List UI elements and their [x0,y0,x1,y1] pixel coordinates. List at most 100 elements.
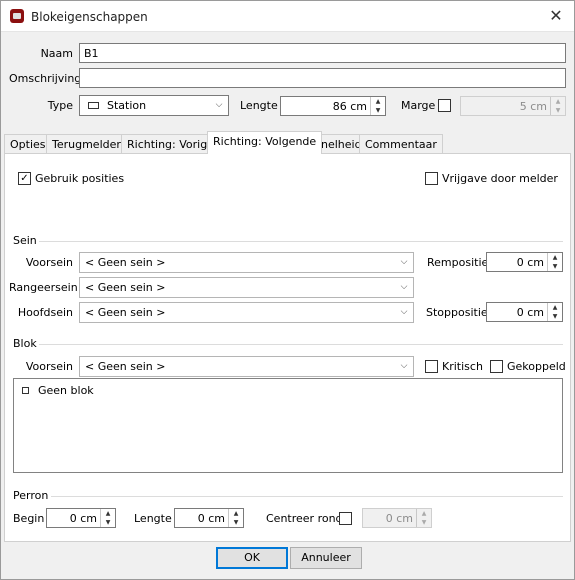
spin-arrows[interactable]: ▲ ▼ [547,303,562,321]
spin-up-icon[interactable]: ▲ [371,97,385,106]
marge-stepper[interactable]: 5 cm ▲ ▼ [460,96,566,116]
spin-up-icon[interactable]: ▲ [101,509,115,518]
marge-label: Marge [401,99,436,112]
chevron-down-icon: ⌵ [400,361,408,371]
blok-group-label: Blok [13,337,37,350]
spin-arrows[interactable]: ▲ ▼ [100,509,115,527]
kritisch-checkbox[interactable] [425,360,438,373]
type-select-value: Station [107,99,147,112]
hoofdsein-value: < Geen sein > [85,306,166,319]
list-item[interactable]: Geen blok [22,384,94,397]
rangeersein-label: Rangeersein [9,281,78,294]
annuleer-button[interactable]: Annuleer [290,547,362,569]
chevron-down-icon: ⌵ [400,307,408,317]
perron-group-divider [51,496,563,497]
tab-richting-volgende[interactable]: Richting: Volgende [207,131,323,154]
spin-up-icon[interactable]: ▲ [229,509,243,518]
blok-voorsein-label: Voorsein [25,360,73,373]
spin-down-icon[interactable]: ▼ [371,106,385,115]
rempositie-stepper[interactable]: 0 cm ▲ ▼ [486,252,563,272]
gekoppeld-label: Gekoppeld [507,360,566,373]
gebruik-posities-checkbox[interactable]: ✓ [18,172,31,185]
type-label: Type [47,99,73,112]
blok-voorsein-value: < Geen sein > [85,360,166,373]
marge-checkbox[interactable] [438,99,451,112]
title-bar: Blokeigenschappen ✕ [1,1,574,32]
spin-arrows[interactable]: ▲ ▼ [550,97,565,115]
vrijgave-label: Vrijgave door melder [442,172,558,185]
perron-group-label: Perron [13,489,49,502]
vrijgave-checkbox[interactable] [425,172,438,185]
stoppositie-stepper[interactable]: 0 cm ▲ ▼ [486,302,563,322]
perron-begin-value: 0 cm [69,512,97,525]
spin-down-icon[interactable]: ▼ [229,518,243,527]
window-title: Blokeigenschappen [31,10,148,24]
perron-lengte-value: 0 cm [197,512,225,525]
spin-down-icon[interactable]: ▼ [417,518,431,527]
spin-up-icon[interactable]: ▲ [548,253,562,262]
naam-input[interactable]: B1 [79,43,566,63]
rangeersein-select[interactable]: < Geen sein > ⌵ [79,277,414,298]
type-select[interactable]: Station ⌵ [79,95,229,116]
hoofdsein-label: Hoofdsein [17,306,73,319]
sein-group-label: Sein [13,234,37,247]
perron-begin-stepper[interactable]: 0 cm ▲ ▼ [46,508,116,528]
omschrijving-label: Omschrijving [9,72,82,85]
hoofdsein-select[interactable]: < Geen sein > ⌵ [79,302,414,323]
marge-value: 5 cm [519,100,547,113]
dialog-window: Blokeigenschappen ✕ Naam B1 Omschrijving… [0,0,575,580]
perron-lengte-stepper[interactable]: 0 cm ▲ ▼ [174,508,244,528]
blok-listbox[interactable]: Geen blok [13,378,563,473]
spin-up-icon[interactable]: ▲ [551,97,565,106]
spin-up-icon[interactable]: ▲ [548,303,562,312]
kritisch-label: Kritisch [442,360,483,373]
app-icon [10,9,24,23]
spin-down-icon[interactable]: ▼ [101,518,115,527]
ok-button[interactable]: OK [216,547,288,569]
block-icon [22,387,29,394]
gekoppeld-checkbox[interactable] [490,360,503,373]
blok-group-divider [39,344,563,345]
list-item-label: Geen blok [38,384,94,397]
sein-voorsein-value: < Geen sein > [85,256,166,269]
tab-terugmelders[interactable]: Terugmelders [46,134,133,154]
tab-richting-vorige[interactable]: Richting: Vorige [121,134,220,154]
tab-panel [4,153,571,542]
spin-down-icon[interactable]: ▼ [548,312,562,321]
perron-lengte-label: Lengte [134,512,172,525]
sein-voorsein-label: Voorsein [25,256,73,269]
gebruik-posities-label: Gebruik posities [35,172,125,185]
spin-up-icon[interactable]: ▲ [417,509,431,518]
perron-begin-label: Begin [13,512,45,525]
rempositie-value: 0 cm [516,256,544,269]
tab-opties[interactable]: Opties [4,134,52,154]
chevron-down-icon: ⌵ [215,100,223,110]
centreer-label: Centreer rond [266,512,343,525]
sein-group-divider [39,241,563,242]
spin-arrows[interactable]: ▲ ▼ [370,97,385,115]
omschrijving-input[interactable] [79,68,566,88]
spin-down-icon[interactable]: ▼ [548,262,562,271]
chevron-down-icon: ⌵ [400,282,408,292]
stoppositie-label: Stoppositie [426,306,488,319]
lengte-stepper[interactable]: 86 cm ▲ ▼ [280,96,386,116]
lengte-label: Lengte [240,99,278,112]
centreer-value: 0 cm [385,512,413,525]
centreer-checkbox[interactable] [339,512,352,525]
spin-arrows[interactable]: ▲ ▼ [547,253,562,271]
station-icon [88,102,99,109]
lengte-value: 86 cm [332,100,367,113]
stoppositie-value: 0 cm [516,306,544,319]
chevron-down-icon: ⌵ [400,257,408,267]
sein-voorsein-select[interactable]: < Geen sein > ⌵ [79,252,414,273]
tab-commentaar[interactable]: Commentaar [359,134,443,154]
rempositie-label: Rempositie [427,256,489,269]
naam-label: Naam [40,47,73,60]
spin-down-icon[interactable]: ▼ [551,106,565,115]
blok-voorsein-select[interactable]: < Geen sein > ⌵ [79,356,414,377]
close-icon[interactable]: ✕ [538,1,574,31]
rangeersein-value: < Geen sein > [85,281,166,294]
centreer-stepper[interactable]: 0 cm ▲ ▼ [362,508,432,528]
spin-arrows[interactable]: ▲ ▼ [228,509,243,527]
spin-arrows[interactable]: ▲ ▼ [416,509,431,527]
